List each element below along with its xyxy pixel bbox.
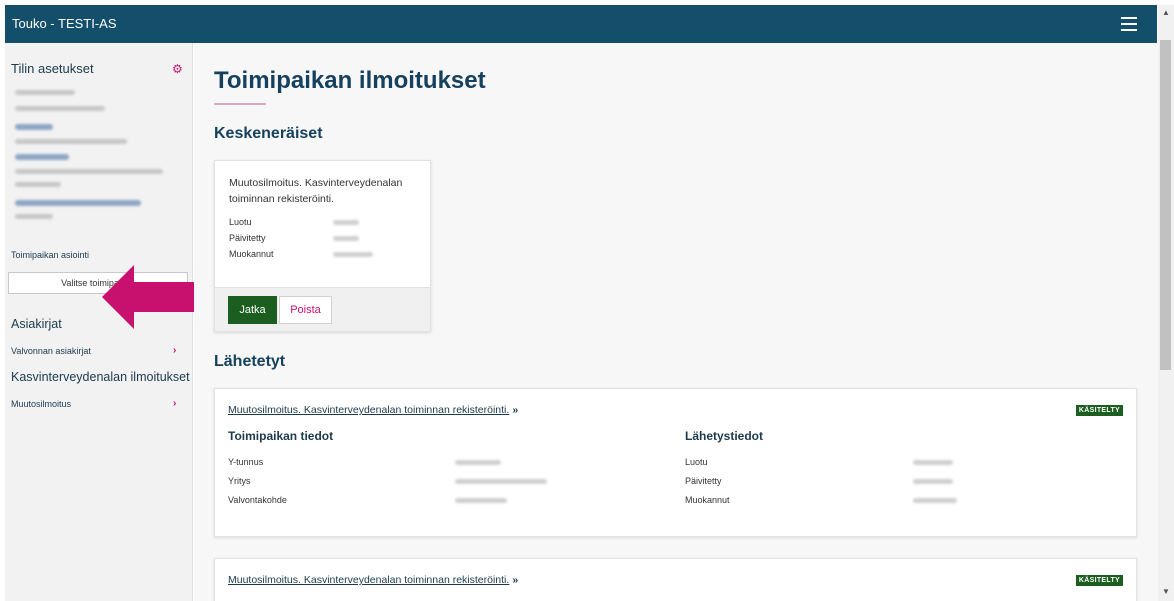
- sidebar-item-valvonnan-asiakirjat[interactable]: Valvonnan asiakirjat: [11, 346, 91, 356]
- status-badge: KÄSITELTY: [1075, 575, 1123, 586]
- page-title: Toimipaikan ilmoitukset: [214, 67, 486, 94]
- chevron-right-icon[interactable]: ›: [173, 345, 176, 356]
- label-company: Yritys: [228, 476, 251, 486]
- blurred-user-name: [15, 90, 75, 95]
- annotation-arrow-icon: [102, 265, 202, 329]
- blurred-link[interactable]: [15, 124, 53, 130]
- workplace-info-heading: Toimipaikan tiedot: [228, 429, 334, 443]
- top-bar: Touko - TESTI-AS: [5, 5, 1157, 43]
- sidebar: Tilin asetukset ⚙ Toimipaikan asiointi V…: [5, 43, 202, 601]
- scrollbar[interactable]: ▲ ▼: [1158, 5, 1174, 601]
- blurred-text: [15, 182, 61, 187]
- blurred-value: [913, 460, 953, 465]
- workplace-services-label: Toimipaikan asiointi: [11, 250, 90, 260]
- draft-label-updated: Päivitetty: [229, 233, 266, 243]
- draft-card: Muutosilmoitus. Kasvinterveydenalan toim…: [214, 160, 431, 332]
- hamburger-menu-icon[interactable]: [1121, 17, 1137, 31]
- draft-label-created: Luotu: [229, 217, 252, 227]
- in-progress-heading: Keskeneräiset: [214, 125, 323, 142]
- blurred-value: [333, 236, 359, 241]
- blurred-company: [15, 106, 105, 111]
- blurred-value: [913, 498, 957, 503]
- account-settings-heading: Tilin asetukset: [11, 61, 94, 76]
- blurred-value: [333, 252, 373, 257]
- draft-title: Muutosilmoitus. Kasvinterveydenalan toim…: [229, 177, 403, 205]
- main-content: Toimipaikan ilmoitukset Keskeneräiset Mu…: [194, 43, 1158, 601]
- notifications-heading: Kasvinterveydenalan ilmoitukset: [11, 370, 190, 384]
- gear-icon[interactable]: ⚙: [172, 62, 183, 76]
- sent-notification-link[interactable]: Muutosilmoitus. Kasvinterveydenalan toim…: [228, 574, 518, 586]
- double-chevron-right-icon[interactable]: »: [512, 404, 518, 416]
- sent-notification-card: Muutosilmoitus. Kasvinterveydenalan toim…: [214, 388, 1137, 537]
- sidebar-item-muutosilmoitus[interactable]: Muutosilmoitus: [11, 399, 71, 409]
- label-modified-by: Muokannut: [685, 495, 730, 505]
- continue-button[interactable]: Jatka: [228, 296, 277, 324]
- double-chevron-right-icon[interactable]: »: [512, 574, 518, 586]
- sent-heading: Lähetetyt: [214, 353, 286, 370]
- blurred-link[interactable]: [15, 154, 69, 160]
- blurred-value: [455, 479, 547, 484]
- send-info-heading: Lähetystiedot: [685, 429, 764, 443]
- label-created: Luotu: [685, 457, 708, 467]
- delete-button[interactable]: Poista: [279, 296, 332, 324]
- blurred-value: [455, 460, 501, 465]
- scrollbar-thumb[interactable]: [1160, 40, 1171, 370]
- blurred-link[interactable]: [15, 200, 141, 206]
- draft-card-footer: Jatka Poista: [215, 287, 430, 331]
- documents-heading: Asiakirjat: [11, 317, 62, 331]
- label-supervision-target: Valvontakohde: [228, 495, 287, 505]
- status-badge: KÄSITELTY: [1075, 405, 1123, 416]
- draft-label-modified-by: Muokannut: [229, 249, 274, 259]
- blurred-text: [15, 139, 127, 144]
- sent-notification-link[interactable]: Muutosilmoitus. Kasvinterveydenalan toim…: [228, 404, 518, 416]
- app-title: Touko - TESTI-AS: [12, 16, 117, 31]
- scroll-down-icon[interactable]: ▼: [1162, 587, 1170, 596]
- sent-link-text[interactable]: Muutosilmoitus. Kasvinterveydenalan toim…: [228, 404, 509, 416]
- blurred-value: [913, 479, 953, 484]
- sent-link-text[interactable]: Muutosilmoitus. Kasvinterveydenalan toim…: [228, 574, 509, 586]
- blurred-value: [455, 498, 507, 503]
- label-business-id: Y-tunnus: [228, 457, 264, 467]
- chevron-right-icon[interactable]: ›: [173, 398, 176, 409]
- blurred-value: [333, 220, 359, 225]
- scroll-up-icon[interactable]: ▲: [1162, 8, 1170, 17]
- sent-notification-card: Muutosilmoitus. Kasvinterveydenalan toim…: [214, 558, 1137, 601]
- blurred-text: [15, 169, 163, 174]
- blurred-text: [15, 214, 53, 219]
- label-updated: Päivitetty: [685, 476, 722, 486]
- title-underline: [214, 103, 266, 105]
